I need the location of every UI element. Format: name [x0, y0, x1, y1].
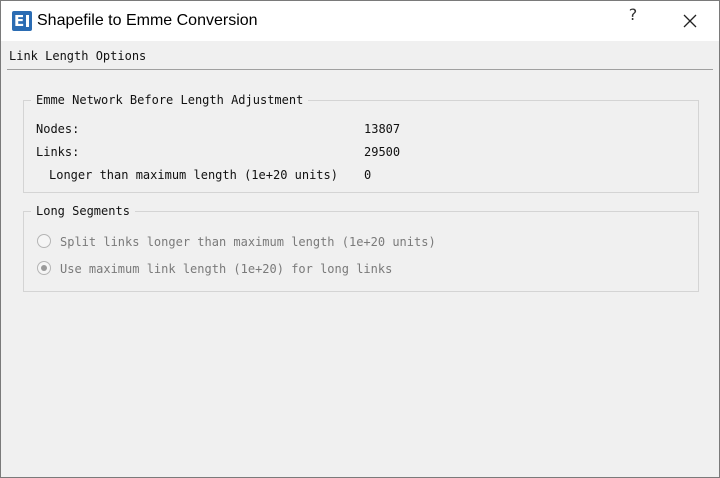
long-segments-group — [23, 211, 699, 292]
nodes-value: 13807 — [364, 122, 401, 136]
split-links-label[interactable]: Split links longer than maximum length (… — [60, 234, 436, 250]
title-bar[interactable]: E Shapefile to Emme Conversion ? — [1, 1, 719, 41]
nodes-label: Nodes: — [36, 122, 80, 136]
help-button[interactable]: ? — [617, 5, 649, 37]
close-button[interactable] — [672, 5, 708, 37]
use-max-length-label[interactable]: Use maximum link length (1e+20) for long… — [60, 261, 392, 277]
use-max-length-radio[interactable] — [37, 261, 51, 275]
links-value: 29500 — [364, 145, 401, 159]
window-title: Shapefile to Emme Conversion — [37, 12, 258, 29]
app-icon: E — [12, 11, 32, 31]
section-separator — [7, 69, 713, 70]
long-segments-group-title: Long Segments — [31, 203, 135, 219]
close-icon — [683, 14, 697, 28]
dialog-window: E Shapefile to Emme Conversion ? Link Le… — [0, 0, 720, 478]
links-label: Links: — [36, 145, 80, 159]
long-links-value: 0 — [364, 168, 372, 182]
network-group-title: Emme Network Before Length Adjustment — [31, 92, 309, 108]
split-links-radio[interactable] — [37, 234, 51, 248]
section-title: Link Length Options — [9, 49, 147, 63]
long-links-label: Longer than maximum length (1e+20 units) — [49, 168, 338, 182]
